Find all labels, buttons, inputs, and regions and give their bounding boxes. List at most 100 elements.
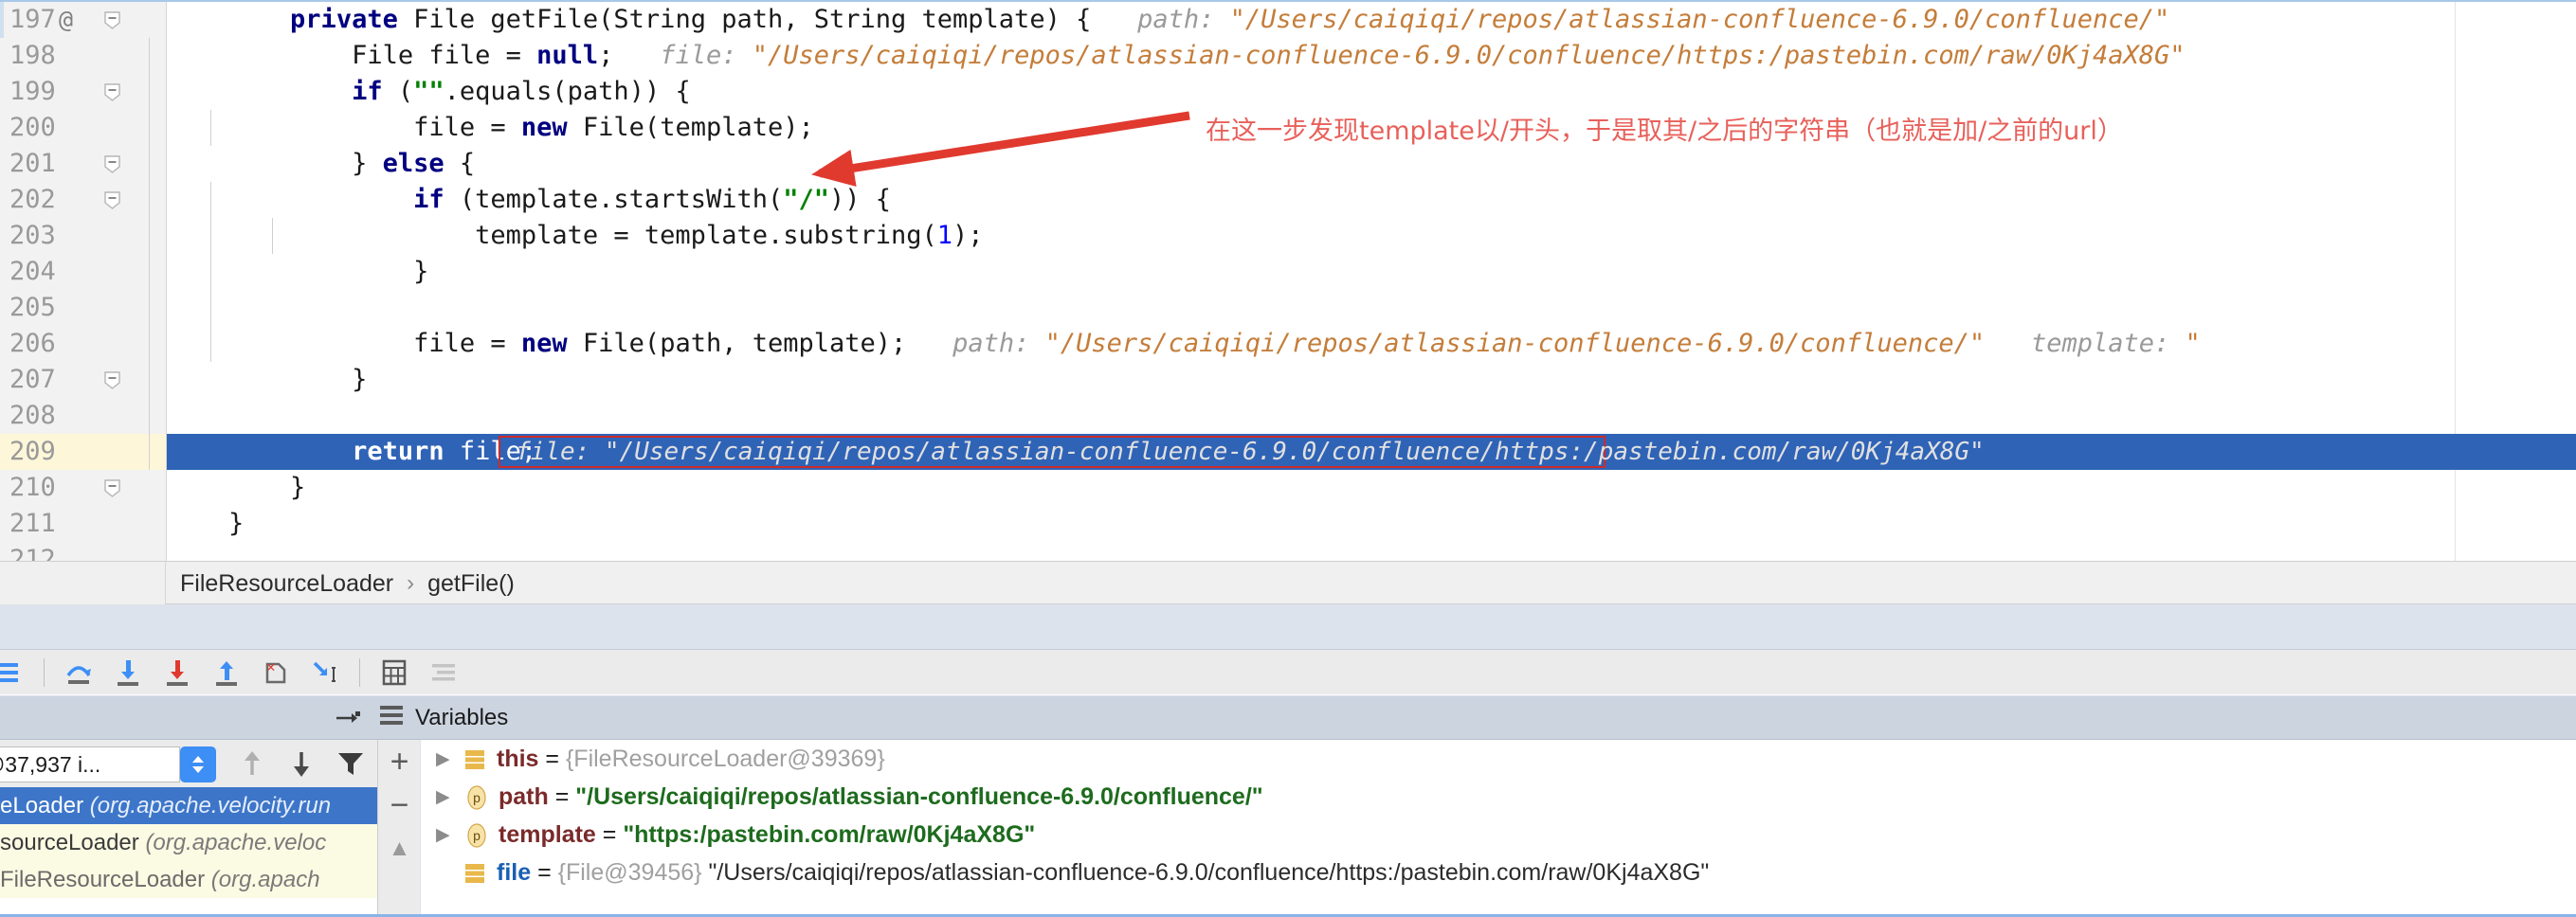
line-number: 202 (9, 185, 56, 214)
code-fold-icon[interactable] (104, 371, 120, 389)
code-line[interactable]: file = new File(path, template); path: "… (149, 326, 2576, 362)
inline-hint-label: file: (660, 41, 737, 70)
gutter-row[interactable]: 197 @ (0, 2, 166, 38)
frames-pane[interactable]: 3"@37,937 i... (0, 740, 420, 917)
remove-watch-button[interactable]: − (378, 783, 421, 827)
code-line[interactable]: } (167, 470, 2576, 506)
chevron-updown-icon[interactable] (180, 746, 216, 782)
code-line[interactable]: template = template.substring(1); (149, 218, 2576, 254)
indent-guide (149, 362, 150, 398)
gutter-row[interactable]: 209 (0, 434, 166, 470)
watches-icon[interactable] (419, 650, 468, 695)
gutter-row[interactable]: 200 (0, 110, 166, 146)
code-line[interactable]: } (149, 362, 2576, 398)
thread-selector-value: 3"@37,937 i... (0, 751, 101, 777)
code-line[interactable]: File file = null; file: "/Users/caiqiqi/… (149, 38, 2576, 74)
gutter-row[interactable]: 199 (0, 74, 166, 110)
variable-row[interactable]: ▶ p path = "/Users/caiqiqi/repos/atlassian… (421, 778, 2576, 816)
gutter-row[interactable]: 210 (0, 470, 166, 506)
variable-row[interactable]: ▶ this = {FileResourceLoader@39369} (421, 740, 2576, 778)
gutter-row[interactable]: 203 (0, 218, 166, 254)
indent-guide (149, 326, 150, 362)
filter-icon[interactable] (326, 740, 375, 787)
code-lines[interactable]: private File getFile(String path, String… (149, 2, 2576, 561)
watch-buttons-column[interactable]: + − ▲ (377, 740, 420, 917)
scroll-up-button[interactable]: ▲ (378, 827, 421, 871)
step-out-icon[interactable] (202, 650, 251, 695)
line-number: 199 (9, 77, 56, 106)
force-step-into-icon[interactable] (153, 650, 202, 695)
indent-guide (149, 74, 150, 110)
code-line[interactable]: } else { (149, 146, 2576, 182)
frame-list-item[interactable]: sourceLoader (org.apache.veloc (0, 824, 419, 861)
line-number: 200 (9, 113, 56, 142)
code-line[interactable]: } (149, 254, 2576, 290)
gutter-row[interactable]: 211 (0, 506, 166, 542)
code-line[interactable]: file = new File(template); (149, 110, 2576, 146)
gutter-row[interactable]: 207 (0, 362, 166, 398)
code-editor[interactable]: 197 @198 199 200 201 202 203 204 205 206 207 208 209… (0, 0, 2576, 561)
frames-toolbar[interactable]: 3"@37,937 i... (0, 740, 419, 787)
code-fold-icon[interactable] (104, 191, 120, 209)
expand-arrow-icon[interactable]: ▶ (436, 817, 464, 854)
code-line[interactable] (167, 542, 2576, 561)
gutter-row[interactable]: 212 (0, 542, 166, 561)
add-watch-button[interactable]: + (378, 740, 421, 783)
gutter-row[interactable]: 198 (0, 38, 166, 74)
indent-guide (210, 254, 211, 290)
gutter-row[interactable]: 206 (0, 326, 166, 362)
gutter-row[interactable]: 201 (0, 146, 166, 182)
show-execution-point-icon[interactable] (0, 650, 34, 695)
code-line[interactable]: } (167, 506, 2576, 542)
code-line[interactable]: private File getFile(String path, String… (167, 2, 2576, 38)
parameter-icon: p (464, 821, 489, 848)
expand-arrow-icon[interactable]: ▶ (436, 741, 464, 779)
indent-guide (149, 182, 150, 218)
step-over-icon[interactable] (54, 650, 103, 695)
code-fold-icon[interactable] (104, 11, 120, 29)
frames-list[interactable]: eLoader (org.apache.velocity.run sourceLo… (0, 787, 419, 898)
gutter-row[interactable]: 204 (0, 254, 166, 290)
variables-list[interactable]: ▶ this = {FileResourceLoader@39369} ▶ p path… (421, 740, 2576, 917)
code-token: null (536, 41, 599, 70)
step-into-icon[interactable] (103, 650, 153, 695)
drop-frame-icon[interactable]: ✕ (251, 650, 300, 695)
thread-selector[interactable]: 3"@37,937 i... (0, 746, 180, 782)
indent-guide (149, 146, 150, 182)
arrow-up-icon[interactable] (227, 740, 277, 787)
evaluate-expression-icon[interactable] (370, 650, 419, 695)
breadcrumb-gutter-edge (0, 562, 166, 605)
code-line-executing[interactable]: return file; file: "/Users/caiqiqi/repos/… (149, 434, 2576, 470)
gutter-row[interactable]: 202 (0, 182, 166, 218)
arrow-down-icon[interactable] (277, 740, 326, 787)
tab-variables[interactable]: Variables (379, 696, 508, 740)
gutter-row[interactable]: 205 (0, 290, 166, 326)
code-fold-icon[interactable] (104, 83, 120, 101)
gutter-row[interactable]: 208 (0, 398, 166, 434)
expand-arrow-icon[interactable]: ▶ (436, 779, 464, 817)
breadcrumb[interactable]: FileResourceLoader › getFile() (180, 562, 515, 605)
expand-arrow-icon[interactable]: ▶ (436, 854, 464, 892)
code-token: ); (952, 221, 984, 250)
run-to-cursor-icon[interactable] (300, 650, 350, 695)
breadcrumb-item-class[interactable]: FileResourceLoader (180, 562, 393, 605)
frame-method-name: eLoader (0, 793, 90, 818)
debugger-toolbar[interactable]: ✕ (0, 650, 2576, 695)
breadcrumb-item-method[interactable]: getFile() (427, 562, 515, 605)
code-line[interactable] (149, 290, 2576, 326)
code-fold-icon[interactable] (104, 155, 120, 173)
variable-row[interactable]: ▶ p template = "https:/pastebin.com/raw/0K… (421, 816, 2576, 854)
breadcrumb-bar[interactable]: FileResourceLoader › getFile() (0, 561, 2576, 605)
code-line[interactable]: if (template.startsWith("/")) { (149, 182, 2576, 218)
frame-list-item[interactable]: eLoader (org.apache.velocity.run (0, 787, 419, 824)
code-line[interactable] (149, 398, 2576, 434)
code-fold-icon[interactable] (104, 479, 120, 497)
frame-list-item[interactable]: FileResourceLoader (org.apach (0, 861, 419, 898)
code-line[interactable]: if ("".equals(path)) { (149, 74, 2576, 110)
variable-row[interactable]: ▶ file = {File@39456} "/Users/caiqiqi/rep… (421, 854, 2576, 891)
restore-layout-icon[interactable] (335, 707, 361, 729)
